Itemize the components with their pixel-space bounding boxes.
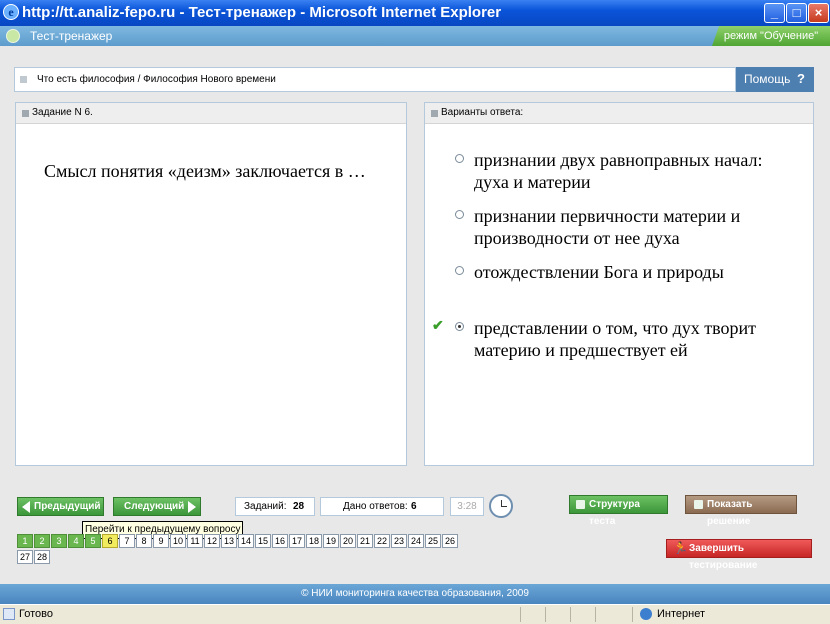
app-name: Тест-тренажер xyxy=(30,29,113,43)
radio-button[interactable] xyxy=(455,154,464,163)
radio-button-selected[interactable] xyxy=(455,322,464,331)
question-number-cell[interactable]: 1 xyxy=(17,534,33,548)
question-number-cell[interactable]: 9 xyxy=(153,534,169,548)
previous-button[interactable]: Предыдущий xyxy=(17,497,104,516)
bullet-icon xyxy=(431,110,438,117)
window-title: http://tt.analiz-fepo.ru - Тест-тренажер… xyxy=(22,4,502,21)
book-icon xyxy=(694,500,703,509)
divider xyxy=(545,607,546,622)
bullet-icon xyxy=(20,76,27,83)
internet-explorer-icon: e xyxy=(3,4,19,20)
solution-label: Показать решение xyxy=(707,499,753,527)
next-button[interactable]: Следующий xyxy=(113,497,201,516)
minimize-button[interactable]: _ xyxy=(764,3,785,23)
window-title-bar: e http://tt.analiz-fepo.ru - Тест-тренаж… xyxy=(0,0,830,26)
finish-test-button[interactable]: 🏃 Завершить тестирование xyxy=(666,539,812,571)
next-label: Следующий xyxy=(124,501,185,512)
tasks-value: 28 xyxy=(293,501,305,512)
question-number-cell[interactable]: 27 xyxy=(17,550,33,564)
help-label: Помощь xyxy=(744,72,791,86)
globe-icon xyxy=(640,608,652,620)
question-number-cell[interactable]: 20 xyxy=(340,534,356,548)
question-number-cell[interactable]: 8 xyxy=(136,534,152,548)
structure-label: Структура теста xyxy=(589,499,640,527)
question-number-cell[interactable]: 25 xyxy=(425,534,441,548)
status-bar: Готово Интернет xyxy=(0,604,830,624)
radio-button[interactable] xyxy=(455,266,464,275)
maximize-button[interactable]: □ xyxy=(786,3,807,23)
question-number-cell[interactable]: 14 xyxy=(238,534,254,548)
question-number-cell[interactable]: 15 xyxy=(255,534,271,548)
divider xyxy=(570,607,571,622)
question-number-cell[interactable]: 12 xyxy=(204,534,220,548)
question-number-cell[interactable]: 10 xyxy=(170,534,186,548)
show-solution-button[interactable]: Показать решение xyxy=(685,495,797,527)
structure-icon xyxy=(576,500,585,509)
question-number-cell[interactable]: 11 xyxy=(187,534,203,548)
question-number-cell[interactable]: 6 xyxy=(102,534,118,548)
question-number-cell[interactable]: 28 xyxy=(34,550,50,564)
close-button[interactable]: × xyxy=(808,3,829,23)
mode-badge: режим "Обучение" xyxy=(712,26,830,46)
answers-header-label: Варианты ответа: xyxy=(441,107,524,118)
arrow-right-icon xyxy=(188,501,196,513)
question-number-cell[interactable]: 19 xyxy=(323,534,339,548)
question-number-cell[interactable]: 18 xyxy=(306,534,322,548)
question-number-cell[interactable]: 13 xyxy=(221,534,237,548)
divider xyxy=(520,607,521,622)
answer-option-text: признании первичности материи и производ… xyxy=(474,206,741,248)
help-button[interactable]: Помощь ? xyxy=(736,67,814,92)
divider xyxy=(595,607,596,622)
question-number-cell[interactable]: 23 xyxy=(391,534,407,548)
answer-option-text: отождествлении Бога и природы xyxy=(474,262,724,282)
question-number-cell[interactable]: 26 xyxy=(442,534,458,548)
checkmark-icon: ✔ xyxy=(432,317,444,333)
answers-panel-header: Варианты ответа: xyxy=(425,103,813,124)
question-number-cell[interactable]: 5 xyxy=(85,534,101,548)
radio-button[interactable] xyxy=(455,210,464,219)
question-number-cell[interactable]: 17 xyxy=(289,534,305,548)
question-number-cell[interactable]: 22 xyxy=(374,534,390,548)
security-zone: Интернет xyxy=(657,608,705,620)
breadcrumb-text: Что есть философия / Философия Нового вр… xyxy=(37,74,276,85)
question-number-cell[interactable]: 2 xyxy=(34,534,50,548)
divider xyxy=(632,607,633,622)
answer-option-text: признании двух равноправных начал: духа … xyxy=(474,150,763,192)
clock-icon xyxy=(489,494,513,518)
question-number: Задание N 6. xyxy=(32,107,93,118)
timer-display: 3:28 xyxy=(450,497,484,516)
answers-panel: Варианты ответа: признании двух равнопра… xyxy=(424,102,814,466)
page-icon xyxy=(3,608,15,620)
question-mark-icon: ? xyxy=(797,71,805,86)
status-text: Готово xyxy=(19,608,53,620)
question-number-cell[interactable]: 3 xyxy=(51,534,67,548)
runner-icon: 🏃 xyxy=(673,541,688,555)
previous-label: Предыдущий xyxy=(34,501,101,512)
question-number-cell[interactable]: 24 xyxy=(408,534,424,548)
tasks-count: Заданий: 28 xyxy=(235,497,315,516)
question-number-cell[interactable]: 4 xyxy=(68,534,84,548)
footer-copyright: © НИИ мониторинга качества образования, … xyxy=(0,584,830,604)
answered-value: 6 xyxy=(411,501,417,512)
test-structure-button[interactable]: Структура теста xyxy=(569,495,668,527)
question-panel-header: Задание N 6. xyxy=(16,103,406,124)
answered-count: Дано ответов: 6 xyxy=(320,497,444,516)
question-number-cell[interactable]: 21 xyxy=(357,534,373,548)
tasks-label: Заданий: xyxy=(244,501,287,512)
question-text: Смысл понятия «деизм» заключается в … xyxy=(44,161,366,181)
arrow-left-icon xyxy=(22,501,30,513)
question-number-grid: 1 2 3 4 5 6 7 8 9 10 11 12 13 14 15 16 17 18 19 20 21 22 23 24 2… xyxy=(17,534,467,566)
question-panel: Задание N 6. Смысл понятия «деизм» заклю… xyxy=(15,102,407,466)
app-header: Тест-тренажер xyxy=(0,26,830,46)
bullet-icon xyxy=(22,110,29,117)
app-logo-icon xyxy=(6,29,20,43)
finish-label: Завершить тестирование xyxy=(689,543,758,571)
question-number-cell[interactable]: 7 xyxy=(119,534,135,548)
question-number-cell[interactable]: 16 xyxy=(272,534,288,548)
answer-option-text: представлении о том, что дух творит мате… xyxy=(474,318,756,360)
breadcrumb: Что есть философия / Философия Нового вр… xyxy=(14,67,736,92)
answered-label: Дано ответов: xyxy=(343,501,408,512)
